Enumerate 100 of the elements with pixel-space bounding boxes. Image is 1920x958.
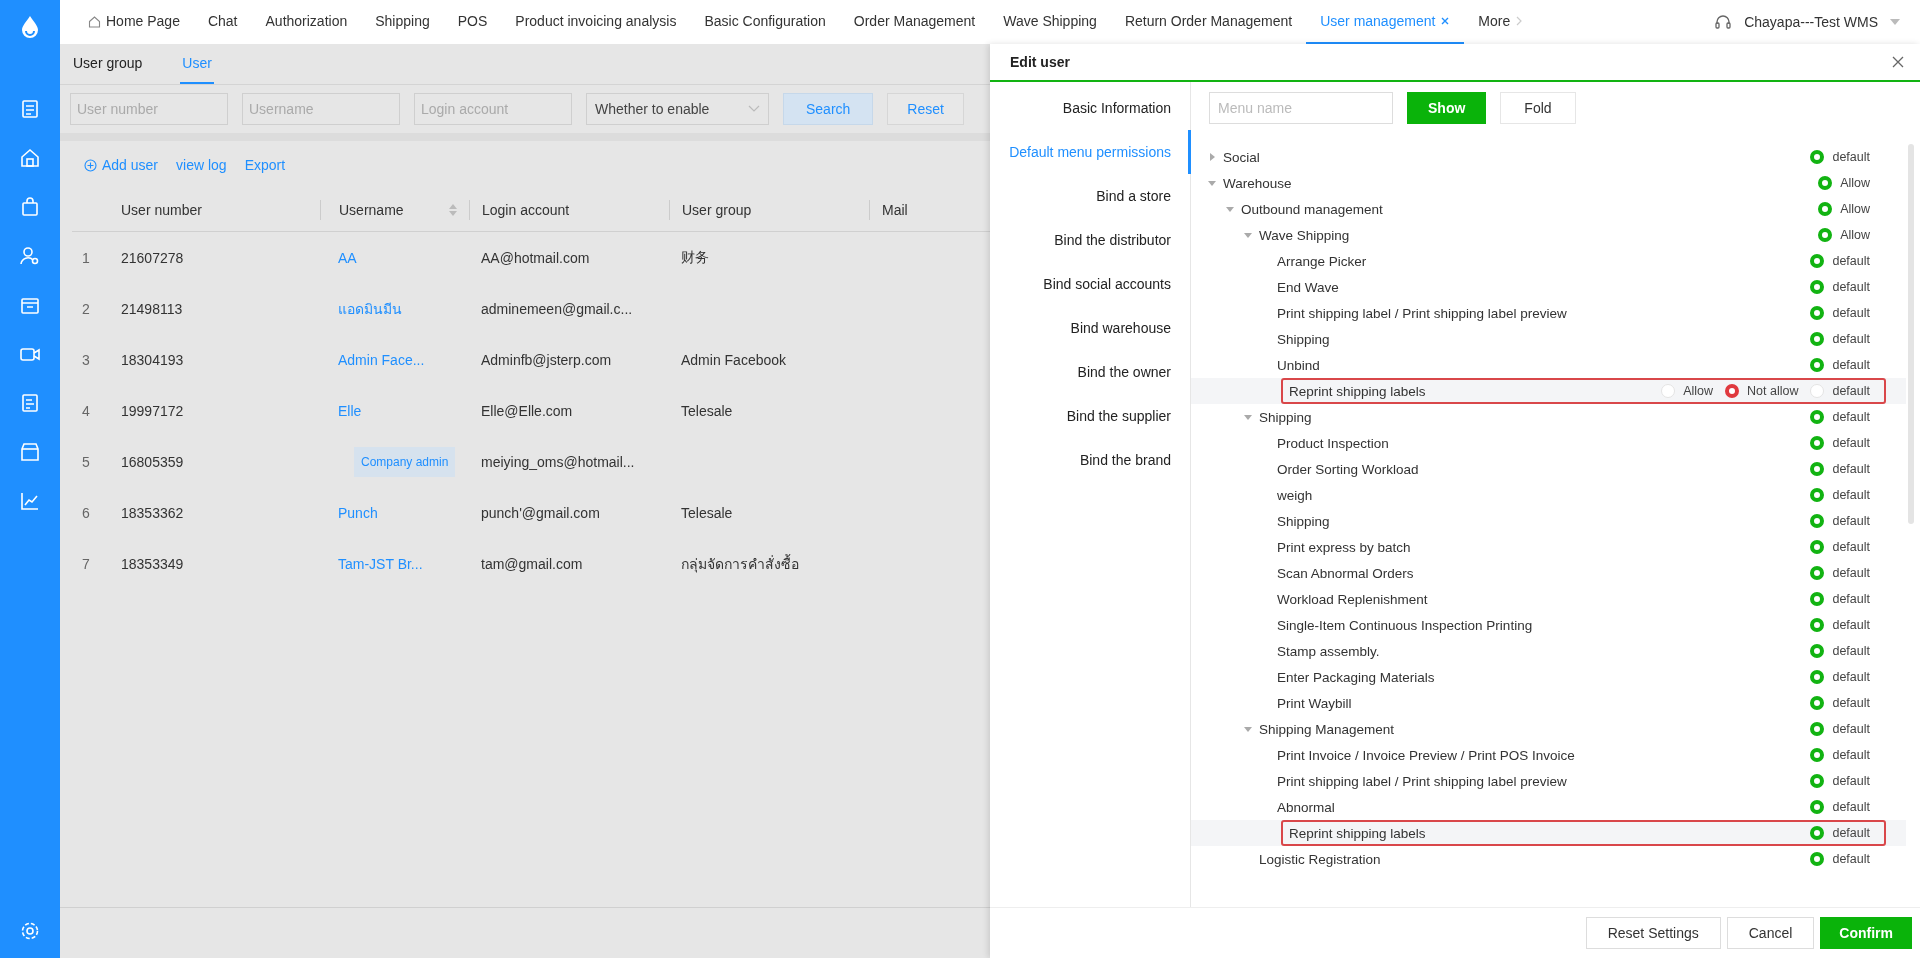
nav-tab[interactable]: Order Management [839,0,990,44]
radio-button[interactable] [1810,514,1825,528]
radio-button[interactable] [1810,774,1825,788]
caret-icon[interactable] [1243,412,1253,422]
radio-button[interactable] [1810,800,1825,814]
radio-button[interactable] [1725,384,1740,398]
close-icon[interactable] [1440,16,1451,26]
option-label: default [1832,514,1870,528]
section-tab[interactable]: Bind a store [990,174,1191,218]
nav-tab[interactable]: Home Page [74,0,194,44]
radio-button[interactable] [1810,306,1825,320]
menu-item-label: Unbind [1277,357,1320,373]
settings-icon[interactable] [19,920,41,942]
menu-item-label: Wave Shipping [1259,227,1350,243]
enable-dropdown[interactable]: Whether to enable [586,93,769,125]
filter-field[interactable]: User number [70,93,228,125]
table-cell: Telesale [681,402,733,419]
section-tab[interactable]: Bind the owner [990,350,1191,394]
table-cell-text: 21498113 [120,300,184,317]
option-label: Allow [1840,228,1870,242]
caret-icon[interactable] [1207,152,1217,162]
table-cell-text: tam@gmail.com [480,555,584,572]
more-tab[interactable]: More [1464,0,1538,44]
radio-button[interactable] [1810,852,1825,866]
shopping-bag-icon[interactable] [19,196,41,218]
nav-tab[interactable]: Chat [193,0,252,44]
close-icon[interactable] [1892,56,1904,68]
radio-button[interactable] [1810,150,1825,164]
menu-item-label: Shipping [1277,513,1330,529]
house-icon[interactable] [19,147,41,169]
filter-field[interactable]: Login account [414,93,572,125]
radio-button[interactable] [1810,618,1825,632]
scrollbar-thumb[interactable] [1908,144,1914,524]
account-name[interactable]: Chayapa---Test WMS [1744,14,1878,30]
nav-tab[interactable]: Wave Shipping [989,0,1111,44]
section-tab[interactable]: Bind warehouse [990,306,1191,350]
radio-button[interactable] [1810,670,1825,684]
chevron-right-icon [1515,16,1524,26]
checklist-icon[interactable] [19,392,41,414]
radio-button[interactable] [1810,540,1825,554]
radio-button[interactable] [1810,410,1825,424]
document-icon[interactable] [19,98,41,120]
section-tab[interactable]: Bind social accounts [990,262,1191,306]
menu-item-label: Print shipping label / Print shipping label preview [1277,305,1567,321]
radio-button[interactable] [1810,332,1825,346]
column-header: Login account [482,202,570,218]
filter-field[interactable]: Username [242,93,400,125]
radio-button[interactable] [1810,748,1825,762]
column-header: User group [682,202,752,218]
sort-icon[interactable] [449,204,457,216]
nav-tab[interactable]: Authorization [251,0,362,44]
radio-button[interactable] [1810,462,1825,476]
radio-button[interactable] [1810,696,1825,710]
radio-button[interactable] [1810,826,1825,840]
radio-button[interactable] [1810,280,1825,294]
radio-button[interactable] [1818,228,1833,242]
radio-button[interactable] [1810,358,1825,372]
radio-button[interactable] [1810,722,1825,736]
menu-item-label: Reprint shipping labels [1289,825,1426,841]
radio-button[interactable] [1810,644,1825,658]
radio-button[interactable] [1810,436,1825,450]
table-cell: Admin Facebook [681,351,787,368]
footer-button[interactable]: Cancel [1726,917,1815,949]
menu-item-label: Shipping Management [1259,721,1395,737]
option-label: default [1832,800,1870,814]
caret-icon[interactable] [1243,230,1253,240]
section-tab[interactable]: Bind the supplier [990,394,1191,438]
line-chart-icon[interactable] [19,490,41,512]
option-label: default [1832,592,1870,606]
caret-icon[interactable] [1243,724,1253,734]
radio-button[interactable] [1818,202,1833,216]
radio-button[interactable] [1810,488,1825,502]
shop-front-icon[interactable] [19,441,41,463]
fold-button[interactable]: Fold [1500,92,1576,124]
section-tab[interactable]: Basic Information [990,86,1191,130]
headset-icon [1714,13,1733,31]
nav-tab[interactable]: POS [443,0,502,44]
section-tab[interactable]: Bind the distributor [990,218,1191,262]
menu-item-label: Print shipping label / Print shipping label preview [1277,773,1567,789]
page-tab[interactable]: User group [71,44,145,84]
user-settings-icon[interactable] [19,245,41,267]
caret-icon[interactable] [1207,178,1217,188]
menu-name-field[interactable]: Menu name [1209,92,1393,124]
option-label: default [1832,254,1870,268]
row-number: 7 [81,555,91,572]
section-tab[interactable]: Bind the brand [990,438,1191,482]
menu-item-label: Shipping [1277,331,1330,347]
radio-button[interactable] [1810,566,1825,580]
radio-button[interactable] [1810,592,1825,606]
nav-tab[interactable]: Product invoicing analysis [501,0,691,44]
caret-icon[interactable] [1225,204,1235,214]
radio-button[interactable] [1810,254,1825,268]
nav-tab[interactable]: Basic Configuration [690,0,840,44]
footer-button[interactable]: Reset Settings [1585,917,1721,949]
menu-item-label: weigh [1277,487,1313,503]
nav-tab[interactable]: Return Order Management [1110,0,1307,44]
radio-button[interactable] [1818,176,1833,190]
row-number: 3 [81,351,91,368]
chevron-down-icon [748,105,760,113]
nav-tab[interactable]: Shipping [361,0,444,44]
